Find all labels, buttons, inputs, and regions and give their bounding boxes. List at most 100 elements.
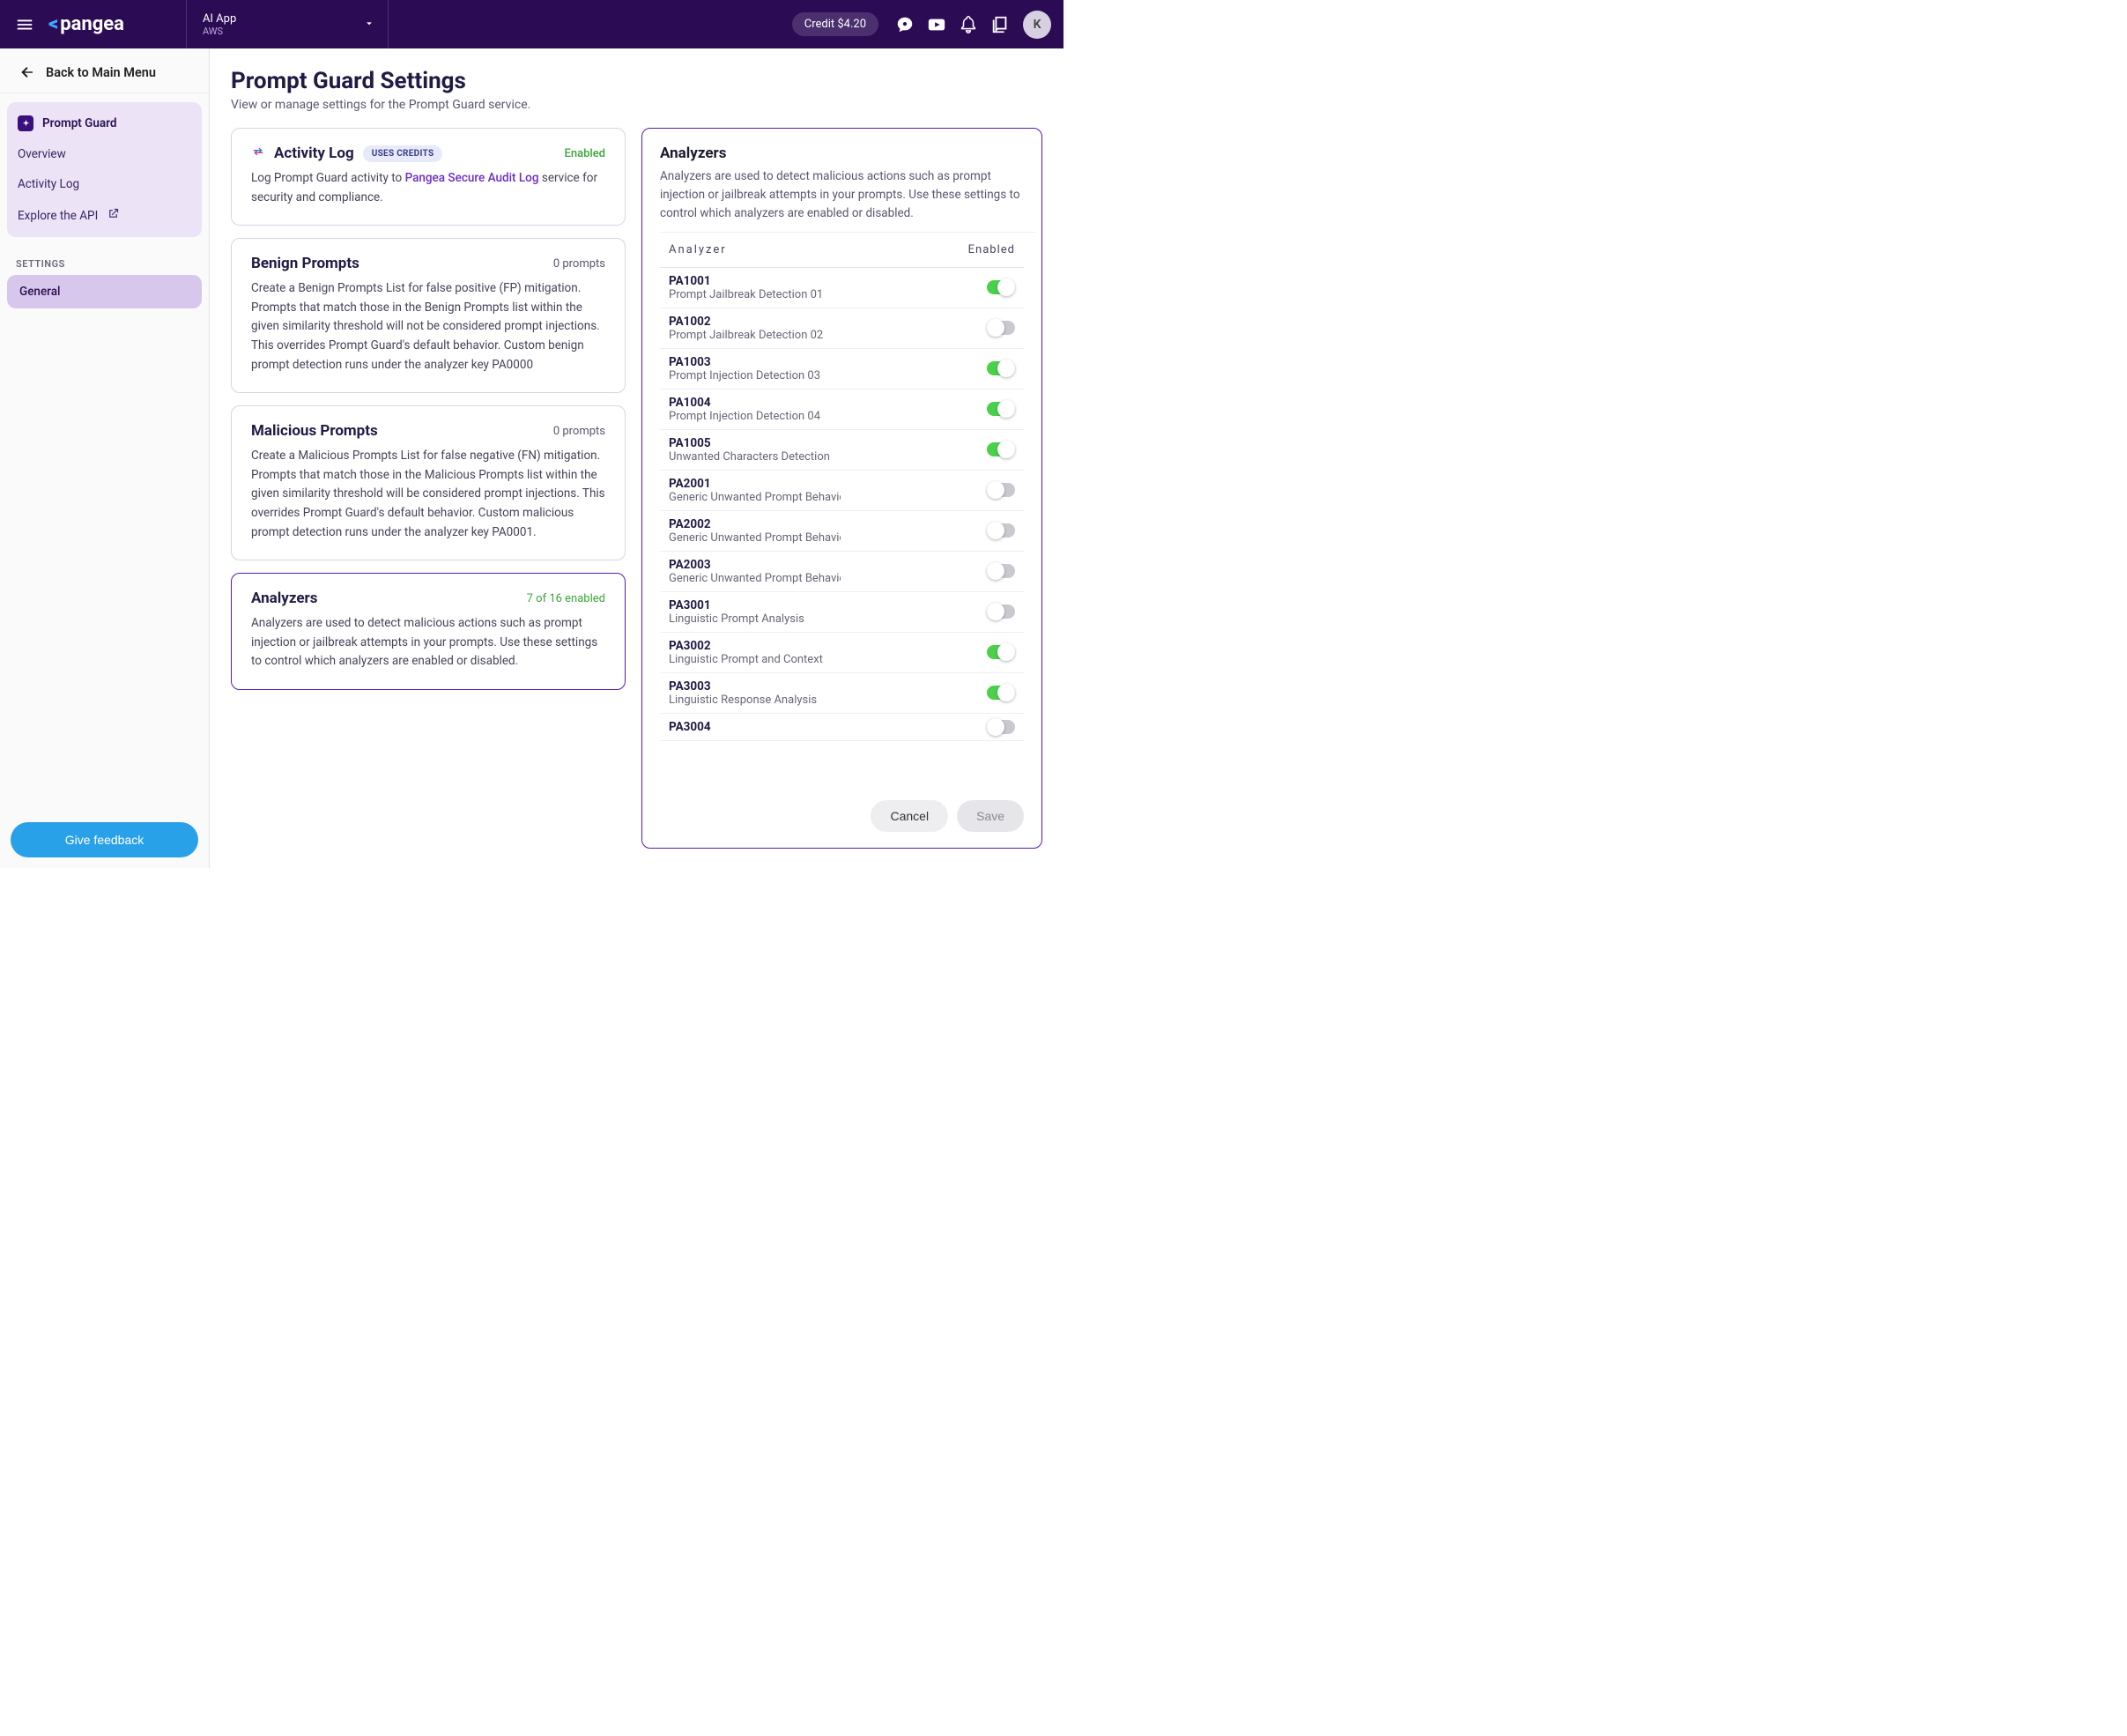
menu-button[interactable] xyxy=(0,15,48,34)
enable-toggle[interactable] xyxy=(987,720,1015,734)
card-status: Enabled xyxy=(565,147,606,160)
table-row: PA3001Linguistic Prompt Analysis xyxy=(660,592,1024,633)
page-subtitle: View or manage settings for the Prompt G… xyxy=(231,98,1042,112)
audit-log-link[interactable]: Pangea Secure Audit Log xyxy=(405,171,539,185)
sidebar-item-label: Overview xyxy=(18,147,66,161)
analyzer-id: PA3004 xyxy=(669,720,711,734)
analyzers-table[interactable]: Analyzer Enabled PA1001Prompt Jailbreak … xyxy=(660,232,1036,788)
analyzer-id: PA1005 xyxy=(669,436,830,450)
enable-toggle[interactable] xyxy=(987,321,1015,335)
page-title: Prompt Guard Settings xyxy=(231,68,1042,94)
enable-toggle[interactable] xyxy=(987,483,1015,497)
enable-toggle[interactable] xyxy=(987,280,1015,294)
enable-toggle[interactable] xyxy=(987,645,1015,659)
analyzer-info: PA1001Prompt Jailbreak Detection 01 xyxy=(669,274,823,301)
avatar[interactable]: K xyxy=(1023,11,1051,39)
analyzer-id: PA2003 xyxy=(669,558,841,572)
enable-toggle[interactable] xyxy=(987,605,1015,619)
analyzer-id: PA1001 xyxy=(669,274,823,288)
card-count: 0 prompts xyxy=(553,425,605,438)
col-enabled: Enabled xyxy=(968,243,1015,256)
sidebar-item-label: Explore the API xyxy=(18,209,98,223)
table-row: PA3002Linguistic Prompt and Context xyxy=(660,633,1024,673)
uses-credits-badge: USES CREDITS xyxy=(363,145,443,162)
analyzer-name: Generic Unwanted Prompt Behavior xyxy=(669,491,841,504)
table-row: PA1005Unwanted Characters Detection xyxy=(660,430,1024,471)
sidebar-item-label: Prompt Guard xyxy=(42,116,117,130)
sidebar-item-general[interactable]: General xyxy=(7,275,202,308)
card-desc: Create a Malicious Prompts List for fals… xyxy=(251,447,605,542)
main-content: Prompt Guard Settings View or manage set… xyxy=(210,48,1064,868)
panel-desc: Analyzers are used to detect malicious a… xyxy=(660,167,1041,223)
video-button[interactable] xyxy=(921,9,952,41)
card-activity-log[interactable]: Activity Log USES CREDITS Enabled Log Pr… xyxy=(231,128,626,226)
card-desc: Analyzers are used to detect malicious a… xyxy=(251,614,605,671)
analyzer-info: PA3004 xyxy=(669,720,711,734)
youtube-icon xyxy=(927,15,946,34)
enable-toggle[interactable] xyxy=(987,686,1015,700)
enable-toggle[interactable] xyxy=(987,523,1015,538)
cancel-button[interactable]: Cancel xyxy=(871,800,948,832)
sidebar-item-overview[interactable]: Overview xyxy=(7,139,202,169)
table-row: PA1004Prompt Injection Detection 04 xyxy=(660,389,1024,430)
bell-icon xyxy=(959,15,978,34)
credit-badge[interactable]: Credit $4.20 xyxy=(792,12,878,36)
analyzer-id: PA1003 xyxy=(669,355,820,369)
table-row: PA1003Prompt Injection Detection 03 xyxy=(660,349,1024,389)
analyzer-id: PA1004 xyxy=(669,396,820,410)
card-benign-prompts[interactable]: Benign Prompts 0 prompts Create a Benign… xyxy=(231,238,626,393)
card-analyzers[interactable]: Analyzers 7 of 16 enabled Analyzers are … xyxy=(231,573,626,690)
card-malicious-prompts[interactable]: Malicious Prompts 0 prompts Create a Mal… xyxy=(231,405,626,560)
analyzer-id: PA3003 xyxy=(669,679,817,694)
card-count: 7 of 16 enabled xyxy=(527,592,605,605)
analyzer-info: PA3002Linguistic Prompt and Context xyxy=(669,639,823,666)
analyzer-name: Prompt Jailbreak Detection 02 xyxy=(669,329,823,342)
card-count: 0 prompts xyxy=(553,257,605,271)
enable-toggle[interactable] xyxy=(987,361,1015,375)
analyzer-name: Linguistic Prompt Analysis xyxy=(669,612,804,626)
project-name: AI App xyxy=(203,12,372,26)
col-analyzer: Analyzer xyxy=(669,243,727,256)
sidebar-item-explore-api[interactable]: Explore the API xyxy=(7,199,202,232)
analyzer-name: Generic Unwanted Prompt Behavior xyxy=(669,572,841,585)
feedback-button[interactable]: Give feedback xyxy=(11,822,198,857)
logo[interactable]: < pangea xyxy=(48,13,124,35)
analyzer-info: PA3001Linguistic Prompt Analysis xyxy=(669,598,804,626)
analyzer-info: PA3003Linguistic Response Analysis xyxy=(669,679,817,707)
chat-button[interactable] xyxy=(889,9,921,41)
back-link[interactable]: Back to Main Menu xyxy=(0,48,209,93)
analyzer-id: PA1002 xyxy=(669,315,823,329)
enable-toggle[interactable] xyxy=(987,402,1015,416)
analyzer-info: PA2003Generic Unwanted Prompt Behavior xyxy=(669,558,841,585)
notifications-button[interactable] xyxy=(952,9,984,41)
analyzer-name: Linguistic Response Analysis xyxy=(669,694,817,707)
card-desc: Log Prompt Guard activity to Pangea Secu… xyxy=(251,169,605,207)
enable-toggle[interactable] xyxy=(987,442,1015,456)
docs-button[interactable] xyxy=(984,9,1016,41)
project-selector[interactable]: AI App AWS xyxy=(186,0,389,48)
chevron-down-icon xyxy=(363,16,375,33)
logo-text: pangea xyxy=(60,13,124,35)
table-header: Analyzer Enabled xyxy=(660,233,1024,268)
project-sub: AWS xyxy=(203,26,372,37)
sidebar-item-activity-log[interactable]: Activity Log xyxy=(7,169,202,199)
back-label: Back to Main Menu xyxy=(46,65,156,80)
sidebar-item-prompt-guard[interactable]: Prompt Guard xyxy=(7,108,202,139)
analyzers-panel: Analyzers Analyzers are used to detect m… xyxy=(641,128,1042,849)
card-title: Malicious Prompts xyxy=(251,422,378,440)
table-row: PA1001Prompt Jailbreak Detection 01 xyxy=(660,268,1024,308)
analyzer-id: PA2001 xyxy=(669,477,841,491)
table-row: PA1002Prompt Jailbreak Detection 02 xyxy=(660,308,1024,349)
docs-icon xyxy=(990,15,1010,34)
topbar: < pangea AI App AWS Credit $4.20 K xyxy=(0,0,1064,48)
analyzer-name: Unwanted Characters Detection xyxy=(669,450,830,464)
table-row: PA2003Generic Unwanted Prompt Behavior xyxy=(660,552,1024,592)
save-button[interactable]: Save xyxy=(957,800,1024,832)
analyzer-name: Prompt Jailbreak Detection 01 xyxy=(669,288,823,301)
analyzer-info: PA1005Unwanted Characters Detection xyxy=(669,436,830,464)
nav-group: Prompt Guard Overview Activity Log Explo… xyxy=(7,102,202,237)
table-row: PA2002Generic Unwanted Prompt Behavior xyxy=(660,511,1024,552)
panel-title: Analyzers xyxy=(660,145,1041,162)
enable-toggle[interactable] xyxy=(987,564,1015,578)
hamburger-icon xyxy=(15,15,34,34)
